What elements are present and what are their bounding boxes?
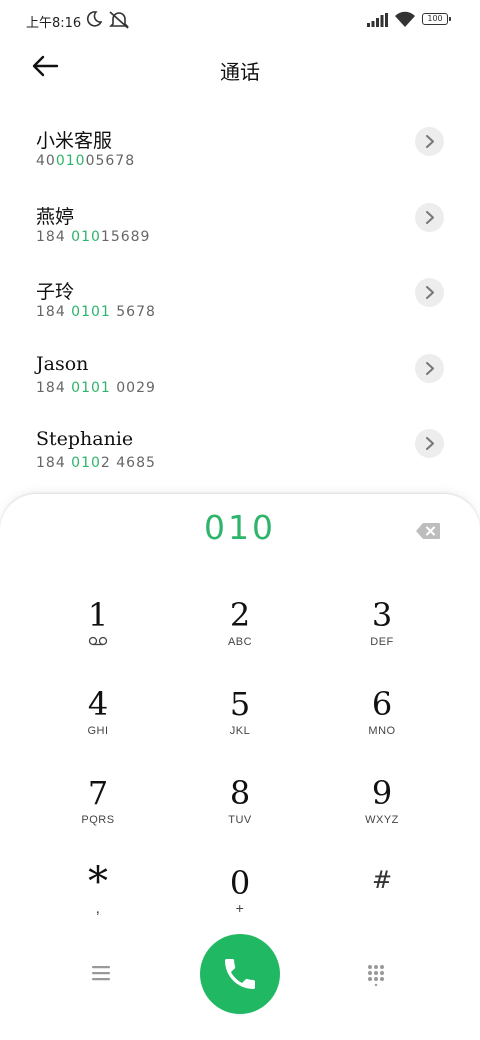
contact-number: 184 01015689 xyxy=(36,228,151,245)
number-match-highlight: 0101 xyxy=(71,304,111,320)
contact-details-button[interactable] xyxy=(415,278,444,307)
chevron-right-icon xyxy=(426,437,434,450)
contact-details-button[interactable] xyxy=(415,127,444,156)
key-star[interactable]: * , xyxy=(48,862,148,942)
dialed-number: 010 xyxy=(204,508,276,547)
contact-details-button[interactable] xyxy=(415,202,444,232)
key-8[interactable]: 8 TUV xyxy=(190,776,290,856)
key-9[interactable]: 9 WXYZ xyxy=(332,776,432,856)
number-match-highlight: 010 xyxy=(55,153,86,169)
do-not-disturb-icon xyxy=(86,10,103,32)
key-1[interactable]: 1 xyxy=(48,598,148,678)
contact-row[interactable]: Stephanie 184 0102 4685 xyxy=(0,414,480,490)
status-time: 上午8:16 xyxy=(26,16,82,31)
contact-number: 4001005678 xyxy=(36,153,136,169)
contact-number: 184 0102 4685 xyxy=(36,455,156,471)
contact-details-button[interactable] xyxy=(415,353,444,383)
number-match-highlight: 010 xyxy=(71,228,101,245)
contact-name: 燕婷 xyxy=(36,205,75,228)
key-7[interactable]: 7 PQRS xyxy=(48,776,148,856)
page-title: 通话 xyxy=(220,60,260,84)
dialpad-action-bar xyxy=(0,934,480,1014)
menu-icon xyxy=(92,966,110,981)
contact-name: Jason xyxy=(36,352,89,375)
number-match-highlight: 010 xyxy=(71,455,101,471)
backspace-icon xyxy=(416,523,440,539)
hide-keypad-button[interactable] xyxy=(367,964,389,987)
phone-icon xyxy=(225,959,255,989)
key-3[interactable]: 3 DEF xyxy=(332,598,432,678)
chevron-right-icon xyxy=(426,210,434,224)
signal-icon xyxy=(367,12,389,31)
battery-icon: 100 xyxy=(422,13,451,25)
contact-row[interactable]: 子玲 184 0101 5678 xyxy=(0,263,480,339)
silent-bell-icon xyxy=(108,10,130,34)
chevron-right-icon xyxy=(426,286,434,299)
chevron-right-icon xyxy=(426,135,434,148)
contact-name: 子玲 xyxy=(36,281,75,303)
contact-list: 小米客服 4001005678 燕婷 184 01015689 子玲 184 0… xyxy=(0,112,480,490)
contact-number: 184 0101 0029 xyxy=(36,379,156,396)
call-button[interactable] xyxy=(200,934,280,1014)
voicemail-icon xyxy=(88,636,108,646)
chevron-right-icon xyxy=(426,361,434,375)
delete-button[interactable] xyxy=(416,523,440,539)
keypad-grid-icon xyxy=(368,965,384,987)
wifi-icon xyxy=(394,11,416,31)
contact-row[interactable]: 燕婷 184 01015689 xyxy=(0,188,480,264)
dialpad-panel: 010 1 2 ABC 3 DEF 4 GHI 5 JKL 6 MNO 7 PQ… xyxy=(0,494,480,1040)
header: 通话 xyxy=(0,48,480,88)
contact-number: 184 0101 5678 xyxy=(36,304,156,320)
contact-name: Stephanie xyxy=(36,428,134,450)
key-2[interactable]: 2 ABC xyxy=(190,598,290,678)
contact-details-button[interactable] xyxy=(415,429,444,458)
number-match-highlight: 0101 xyxy=(71,379,111,396)
key-6[interactable]: 6 MNO xyxy=(332,687,432,767)
menu-button[interactable] xyxy=(90,964,114,984)
contact-name: 小米客服 xyxy=(36,130,113,152)
key-4[interactable]: 4 GHI xyxy=(48,687,148,767)
contact-row[interactable]: 小米客服 4001005678 xyxy=(0,112,480,188)
status-bar: 上午8:16 100 xyxy=(0,0,480,40)
key-5[interactable]: 5 JKL xyxy=(190,687,290,767)
contact-row[interactable]: Jason 184 0101 0029 xyxy=(0,339,480,415)
